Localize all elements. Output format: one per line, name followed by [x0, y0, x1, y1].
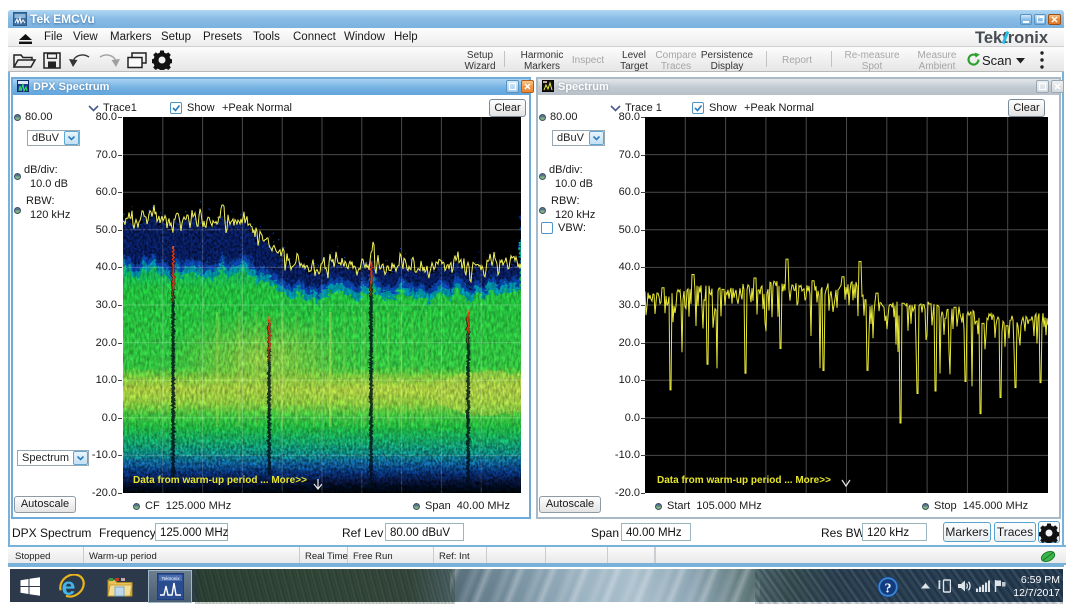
svg-text:Tektronix: Tektronix [161, 576, 180, 581]
svg-text:?: ? [885, 582, 892, 597]
svg-text:Data from warm-up period ... M: Data from warm-up period ... More>> [133, 475, 307, 486]
svg-text:Data from warm-up period ... M: Data from warm-up period ... More>> [657, 475, 831, 486]
svg-text:e: e [62, 574, 76, 599]
